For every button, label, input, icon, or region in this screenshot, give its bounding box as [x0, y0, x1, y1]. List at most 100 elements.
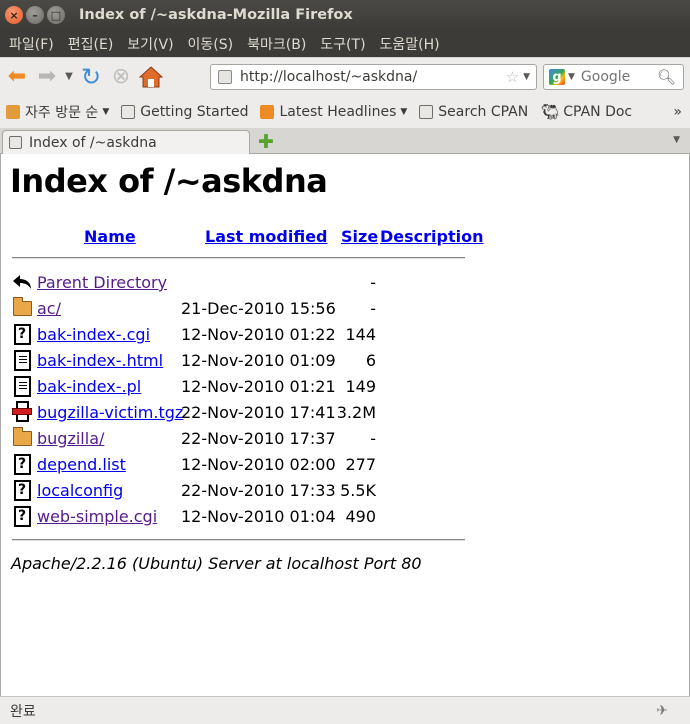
folder-icon — [12, 426, 32, 449]
file-row: bak-index-.pl 12-Nov-2010 01:21 149 — [12, 374, 492, 398]
page-icon — [9, 136, 22, 149]
page-title: Index of /~askdna — [10, 162, 328, 200]
text-file-icon — [12, 349, 32, 371]
server-signature: Apache/2.2.16 (Ubuntu) Server at localho… — [11, 554, 422, 573]
page-content: Index of /~askdna Name Last modified Siz… — [0, 154, 690, 696]
file-modified: 21-Dec-2010 15:56 — [181, 299, 336, 318]
file-link[interactable]: depend.list — [37, 455, 126, 474]
divider — [12, 539, 465, 541]
bookmark-cpan-doc[interactable]: 🐫︎ CPAN Doc — [540, 103, 632, 121]
maximize-window-button[interactable]: □ — [47, 6, 65, 24]
history-dropdown-button[interactable]: ▼ — [62, 62, 76, 92]
close-window-button[interactable]: × — [5, 6, 23, 24]
file-modified: 12-Nov-2010 01:21 — [181, 377, 336, 396]
menu-edit[interactable]: 편집(E) — [63, 34, 119, 54]
menu-bar: 파일(F) 편집(E) 보기(V) 이동(S) 북마크(B) 도구(T) 도움말… — [0, 30, 690, 57]
file-row: Parent Directory - — [12, 270, 492, 294]
bookmark-label: 자주 방문 순 — [25, 104, 99, 121]
menu-bookmarks[interactable]: 북마크(B) — [242, 34, 311, 54]
search-bar[interactable]: g ▼ 🔍︎ — [543, 64, 684, 90]
file-row: ? bak-index-.cgi 12-Nov-2010 01:22 144 — [12, 322, 492, 346]
text-file-icon — [12, 375, 32, 397]
file-link[interactable]: ac/ — [37, 299, 61, 318]
site-identity-icon[interactable] — [218, 70, 232, 84]
menu-view[interactable]: 보기(V) — [122, 34, 178, 54]
menu-file[interactable]: 파일(F) — [4, 34, 59, 54]
bookmark-label: Latest Headlines — [279, 103, 397, 120]
forward-button[interactable]: ➡ — [32, 62, 62, 92]
addon-status-icon[interactable]: ✈ — [656, 703, 668, 719]
rss-icon — [260, 104, 275, 119]
unknown-file-icon: ? — [12, 505, 32, 527]
file-row: ? web-simple.cgi 12-Nov-2010 01:04 490 — [12, 504, 492, 528]
url-bar[interactable]: http://localhost/~askdna/ ☆ ▼ — [210, 64, 537, 90]
bookmark-label: Search CPAN — [438, 103, 529, 120]
search-engine-dropdown-icon[interactable]: ▼ — [568, 72, 575, 82]
stop-button[interactable]: ⊗ — [106, 62, 136, 92]
list-tabs-icon[interactable]: ▼ — [673, 135, 680, 145]
back-button[interactable]: ⬅ — [2, 62, 32, 92]
new-tab-button[interactable]: ✚ — [258, 131, 274, 153]
url-dropdown-icon[interactable]: ▼ — [523, 72, 530, 82]
file-size: 490 — [345, 507, 376, 526]
file-size: 149 — [345, 377, 376, 396]
archive-icon — [12, 401, 32, 423]
file-size: - — [370, 299, 376, 318]
search-magnifier-icon[interactable]: 🔍︎ — [657, 68, 676, 86]
url-text[interactable]: http://localhost/~askdna/ — [240, 69, 506, 85]
bookmarks-toolbar: 자주 방문 순 ▼ Getting Started Latest Headlin… — [0, 95, 690, 128]
bookmarks-overflow-button[interactable]: » — [673, 104, 682, 120]
minimize-window-button[interactable]: – — [26, 6, 44, 24]
bookmark-star-icon[interactable]: ☆ — [506, 68, 519, 86]
home-button[interactable] — [136, 62, 166, 92]
file-link[interactable]: Parent Directory — [37, 273, 167, 292]
sort-by-modified-link[interactable]: Last modified — [205, 227, 328, 246]
file-modified: 12-Nov-2010 02:00 — [181, 455, 336, 474]
file-link[interactable]: localconfig — [37, 481, 123, 500]
tab-index[interactable]: Index of /~askdna — [2, 130, 250, 154]
page-icon — [419, 104, 434, 119]
unknown-file-icon: ? — [12, 453, 32, 475]
bookmark-label: CPAN Doc — [563, 103, 633, 120]
back-icon — [12, 271, 32, 293]
unknown-file-icon: ? — [12, 323, 32, 345]
file-size: - — [370, 273, 376, 292]
title-bar: × – □ Index of /~askdna-Mozilla Firefox — [0, 0, 690, 30]
camel-icon: 🐫︎ — [540, 102, 560, 121]
search-input[interactable] — [580, 69, 655, 85]
bookmark-search-cpan[interactable]: Search CPAN — [419, 104, 528, 120]
menu-help[interactable]: 도움말(H) — [375, 34, 445, 54]
reload-button[interactable]: ↻ — [76, 62, 106, 92]
page-icon — [121, 104, 136, 119]
menu-history[interactable]: 이동(S) — [183, 34, 239, 54]
file-link[interactable]: bak-index-.cgi — [37, 325, 150, 344]
sort-by-size-link[interactable]: Size — [341, 227, 378, 246]
bookmark-getting-started[interactable]: Getting Started — [121, 104, 248, 120]
chevron-down-icon: ▼ — [400, 106, 408, 117]
search-engine-icon[interactable]: g — [549, 69, 565, 85]
file-row: ? localconfig 22-Nov-2010 17:33 5.5K — [12, 478, 492, 502]
file-link[interactable]: bugzilla/ — [37, 429, 104, 448]
file-modified: 22-Nov-2010 17:41 — [181, 403, 336, 422]
file-size: 5.5K — [340, 481, 376, 500]
bookmark-label: Getting Started — [140, 103, 249, 120]
status-bar: 완료 ✈ — [0, 696, 690, 724]
file-link[interactable]: bugzilla-victim.tgz — [37, 403, 183, 422]
file-modified: 12-Nov-2010 01:22 — [181, 325, 336, 344]
file-row: bugzilla-victim.tgz 22-Nov-2010 17:41 3.2M — [12, 400, 492, 424]
file-modified: 22-Nov-2010 17:37 — [181, 429, 336, 448]
tab-label: Index of /~askdna — [29, 134, 157, 151]
folder-icon — [12, 296, 32, 319]
file-modified: 22-Nov-2010 17:33 — [181, 481, 336, 500]
file-link[interactable]: bak-index-.html — [37, 351, 163, 370]
sort-by-name-link[interactable]: Name — [84, 227, 136, 246]
file-link[interactable]: web-simple.cgi — [37, 507, 157, 526]
file-modified: 12-Nov-2010 01:04 — [181, 507, 336, 526]
window-title: Index of /~askdna-Mozilla Firefox — [79, 7, 353, 23]
bookmark-latest-headlines[interactable]: Latest Headlines ▼ — [260, 104, 407, 120]
menu-tools[interactable]: 도구(T) — [315, 34, 370, 54]
file-size: 3.2M — [336, 403, 376, 422]
bookmark-most-visited[interactable]: 자주 방문 순 ▼ — [6, 102, 109, 122]
sort-by-description-link[interactable]: Description — [380, 227, 483, 246]
file-link[interactable]: bak-index-.pl — [37, 377, 141, 396]
